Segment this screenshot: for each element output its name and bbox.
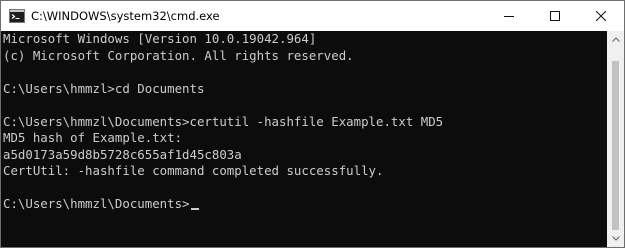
- close-button[interactable]: [578, 1, 624, 31]
- console-line: C:\Users\hmmzl\Documents>certutil -hashf…: [3, 113, 444, 129]
- console-line: (c) Microsoft Corporation. All rights re…: [3, 47, 354, 63]
- scroll-thumb[interactable]: [612, 61, 619, 230]
- console-line: a5d0173a59d8b5728c655af1d45c803a: [3, 146, 242, 162]
- console-line: Microsoft Windows [Version 10.0.19042.96…: [3, 31, 317, 46]
- text-cursor: [190, 208, 199, 210]
- close-icon: [596, 11, 606, 21]
- scroll-up-button[interactable]: [607, 31, 624, 48]
- vertical-scrollbar[interactable]: [607, 31, 624, 247]
- prompt-line[interactable]: C:\Users\hmmzl\Documents>: [3, 196, 607, 213]
- maximize-button[interactable]: [532, 1, 578, 31]
- scroll-track[interactable]: [607, 48, 624, 230]
- minimize-icon: [504, 16, 514, 17]
- cmd-app-icon[interactable]: [9, 8, 25, 24]
- console-line: MD5 hash of Example.txt:: [3, 130, 183, 145]
- window-title: C:\WINDOWS\system32\cmd.exe: [31, 9, 220, 23]
- scroll-down-button[interactable]: [607, 230, 624, 247]
- console-line: C:\Users\hmmzl>cd Documents: [3, 80, 205, 96]
- minimize-button[interactable]: [486, 1, 532, 31]
- caption-buttons: [486, 1, 624, 31]
- console-output[interactable]: Microsoft Windows [Version 10.0.19042.96…: [1, 31, 607, 247]
- cmd-window: C:\WINDOWS\system32\cmd.exe Microsoft Wi…: [0, 0, 625, 248]
- scroll-down-arrow-icon: [611, 236, 620, 241]
- maximize-icon: [550, 11, 560, 21]
- title-bar[interactable]: C:\WINDOWS\system32\cmd.exe: [1, 1, 624, 31]
- prompt-text: C:\Users\hmmzl\Documents>: [3, 196, 190, 211]
- console-line: CertUtil: -hashfile command completed su…: [3, 163, 384, 178]
- scroll-up-arrow-icon: [611, 37, 620, 42]
